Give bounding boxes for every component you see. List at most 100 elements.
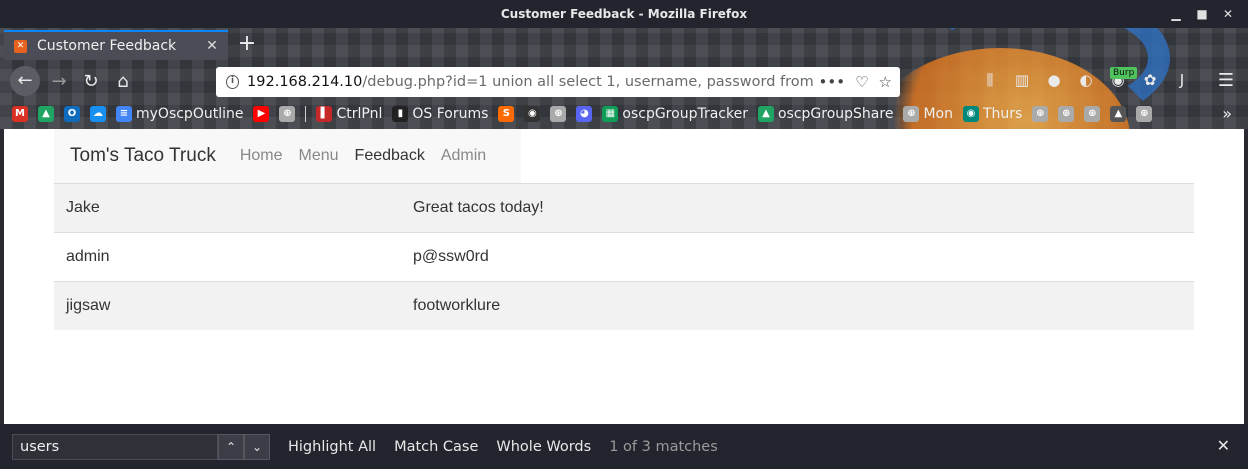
discord-icon: ◕ bbox=[576, 106, 593, 122]
bookmark-item[interactable]: ⊕ bbox=[1136, 106, 1153, 122]
google-drive-icon: ▲ bbox=[38, 106, 54, 122]
globe-icon: ⊕ bbox=[1136, 106, 1153, 122]
site-navbar: Tom's Taco Truck Home Menu Feedback Admi… bbox=[54, 129, 521, 183]
forward-button[interactable]: → bbox=[46, 68, 72, 96]
site-brand[interactable]: Tom's Taco Truck bbox=[70, 145, 216, 167]
bookmark-item[interactable]: ⊕ bbox=[279, 106, 296, 122]
bookmark-item[interactable]: S bbox=[498, 106, 515, 122]
meet-icon: ◉ bbox=[962, 106, 979, 122]
outlook-icon: O bbox=[64, 106, 80, 122]
bookmark-star-icon[interactable]: ☆ bbox=[879, 73, 892, 91]
browser-window: Customer Feedback - Mozilla Firefox ▁ ■ … bbox=[0, 0, 1248, 469]
bookmark-label: Mon bbox=[923, 106, 953, 122]
highlight-all-toggle[interactable]: Highlight All bbox=[288, 439, 376, 455]
gmail-icon: M bbox=[12, 106, 28, 122]
find-status: 1 of 3 matches bbox=[609, 438, 718, 455]
github-icon: ◉ bbox=[524, 106, 541, 122]
close-window-icon[interactable]: ✕ bbox=[1222, 0, 1234, 28]
bookmark-item[interactable]: ⊕ bbox=[1058, 106, 1075, 122]
home-button[interactable]: ⌂ bbox=[110, 68, 136, 96]
row-comment: Great tacos today! bbox=[413, 199, 544, 216]
site-info-icon[interactable]: i bbox=[226, 75, 240, 89]
row-name: jigsaw bbox=[66, 297, 111, 314]
find-next-button[interactable]: ⌄ bbox=[244, 433, 270, 460]
find-input[interactable] bbox=[12, 433, 218, 460]
bookmark-item[interactable]: ≡ myOscpOutline bbox=[116, 106, 243, 122]
bookmark-item[interactable]: ▮ OS Forums bbox=[392, 106, 488, 122]
bookmarks-toolbar: M ▲ O ☁ ≡ myOscpOutline ▶ ⊕ ▌ CtrlPnl ▮ OS Forums S ◉… bbox=[12, 102, 1153, 126]
bookmark-item[interactable]: ◉ bbox=[524, 106, 541, 122]
sidebar-icon[interactable]: ▥ bbox=[1012, 70, 1032, 90]
globe-icon: ⊕ bbox=[1058, 106, 1075, 122]
bookmark-label: myOscpOutline bbox=[136, 106, 244, 122]
back-button[interactable]: ← bbox=[10, 66, 40, 96]
pocket-icon[interactable]: ♡ bbox=[855, 73, 868, 91]
nav-feedback[interactable]: Feedback bbox=[355, 147, 425, 165]
row-name: admin bbox=[66, 248, 110, 265]
url-host: 192.168.214.10 bbox=[247, 74, 363, 90]
youtube-icon: ▶ bbox=[253, 106, 270, 122]
bookmark-item[interactable]: O bbox=[64, 106, 80, 122]
account-icon[interactable]: ● bbox=[1044, 70, 1064, 90]
whole-words-toggle[interactable]: Whole Words bbox=[496, 439, 591, 455]
window-title: Customer Feedback - Mozilla Firefox bbox=[500, 7, 748, 21]
globe-icon: ⊕ bbox=[279, 106, 296, 122]
toolbar-icons: ⫼ ▥ ● ◐ ◉ ✿ J bbox=[980, 70, 1192, 90]
extension-toggle-icon[interactable]: ◐ bbox=[1076, 70, 1096, 90]
nav-menu[interactable]: Menu bbox=[299, 147, 339, 165]
bookmark-item[interactable]: ⊕ bbox=[1032, 106, 1049, 122]
nav-home[interactable]: Home bbox=[240, 147, 283, 165]
bookmark-label: OS Forums bbox=[412, 106, 489, 122]
burp-badge: Burp bbox=[1110, 67, 1138, 79]
sublime-icon: S bbox=[498, 106, 515, 122]
page-actions-icon[interactable]: ••• bbox=[819, 73, 846, 91]
bookmark-item[interactable]: ▦ oscpGroupTracker bbox=[602, 106, 748, 122]
tab-close-icon[interactable]: ✕ bbox=[202, 38, 222, 54]
bookmark-label: oscpGroupTracker bbox=[622, 106, 748, 122]
globe-icon: ⊕ bbox=[1032, 106, 1049, 122]
table-row: admin p@ssw0rd bbox=[54, 232, 1194, 281]
hamburger-menu-icon[interactable]: ☰ bbox=[1218, 70, 1234, 91]
bookmark-item[interactable]: ▲ bbox=[38, 106, 54, 122]
bookmark-item[interactable]: ⊕ Mon bbox=[903, 106, 953, 122]
bookmark-item[interactable]: ▲ oscpGroupShare bbox=[757, 106, 894, 122]
bookmark-item[interactable]: ▶ bbox=[253, 106, 270, 122]
google-docs-icon: ≡ bbox=[116, 106, 132, 122]
url-bar[interactable]: i 192.168.214.10 /debug.php?id=1 union a… bbox=[216, 67, 900, 97]
bookmark-label: oscpGroupShare bbox=[777, 106, 894, 122]
bookmark-item[interactable]: ▲ bbox=[1110, 106, 1127, 122]
library-icon[interactable]: ⫼ bbox=[980, 70, 1000, 90]
page-content: Tom's Taco Truck Home Menu Feedback Admi… bbox=[0, 129, 1248, 424]
reload-button[interactable]: ↻ bbox=[78, 68, 104, 96]
globe-icon: ⊕ bbox=[1084, 106, 1101, 122]
find-previous-button[interactable]: ⌃ bbox=[218, 433, 244, 460]
window-controls: ▁ ■ ✕ bbox=[1170, 0, 1234, 28]
nav-admin[interactable]: Admin bbox=[441, 147, 486, 165]
bookmark-item[interactable]: ⊕ bbox=[550, 106, 567, 122]
bookmark-separator bbox=[305, 106, 307, 122]
maximize-icon[interactable]: ■ bbox=[1196, 0, 1208, 28]
bookmark-item[interactable]: ☁ bbox=[90, 106, 106, 122]
bookmark-item[interactable]: ◕ bbox=[576, 106, 593, 122]
find-close-icon[interactable]: ✕ bbox=[1217, 436, 1230, 455]
minimize-icon[interactable]: ▁ bbox=[1170, 0, 1182, 28]
bookmarks-overflow-icon[interactable]: » bbox=[1222, 102, 1232, 126]
google-sheets-icon: ▦ bbox=[602, 106, 619, 122]
offsec-icon: ▮ bbox=[392, 106, 409, 122]
url-actions: ••• ♡ ☆ bbox=[819, 73, 900, 91]
globe-icon: ⊕ bbox=[903, 106, 920, 122]
row-name: Jake bbox=[66, 199, 100, 216]
feedback-table: Jake Great tacos today! admin p@ssw0rd j… bbox=[54, 183, 1194, 330]
new-tab-button[interactable]: + bbox=[236, 30, 258, 60]
bookmark-item[interactable]: ◉ Thurs bbox=[962, 106, 1022, 122]
bookmark-label: CtrlPnl bbox=[336, 106, 383, 122]
extension-j-icon[interactable]: J bbox=[1172, 70, 1192, 90]
bookmark-item[interactable]: ▌ CtrlPnl bbox=[316, 106, 382, 122]
bookmark-item[interactable]: M bbox=[12, 106, 28, 122]
tab-customer-feedback[interactable]: ✕ Customer Feedback ✕ bbox=[4, 30, 228, 60]
bookmark-item[interactable]: ⊕ bbox=[1084, 106, 1101, 122]
cookie-icon[interactable]: ✿ bbox=[1140, 70, 1160, 90]
browser-chrome: ✕ Customer Feedback ✕ + ← → ↻ ⌂ i 192.16… bbox=[0, 28, 1248, 129]
match-case-toggle[interactable]: Match Case bbox=[394, 439, 478, 455]
mountain-icon: ▲ bbox=[1110, 106, 1127, 122]
